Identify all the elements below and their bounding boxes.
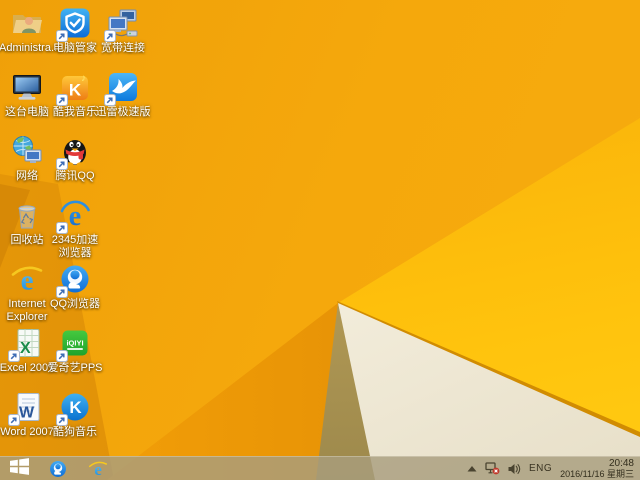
taskbar: e ENG 20:48 2016/11/16 星期三 <box>0 456 640 480</box>
system-tray: ENG 20:48 2016/11/16 星期三 <box>467 457 640 480</box>
desktop-icon-tencent-qq[interactable]: 腾讯QQ <box>52 134 98 183</box>
language-indicator[interactable]: ENG <box>529 463 552 474</box>
volume-speaker-icon[interactable] <box>508 463 521 475</box>
windows-desktop: Administra... 电脑管家 宽带连接这台电脑 K ♪ 酷我音乐 迅雷极速版网络 腾讯… <box>0 0 640 480</box>
broadband-icon <box>104 6 140 42</box>
icon-label: 腾讯QQ <box>55 170 95 182</box>
network-disconnected-icon[interactable] <box>485 462 500 475</box>
icon-label: 2345加速浏览器 <box>51 234 99 259</box>
desktop-icon-recycle-bin[interactable]: 回收站 <box>4 198 50 247</box>
shortcut-arrow-icon <box>56 93 68 106</box>
desktop-icon-administrator[interactable]: Administra... <box>0 6 60 55</box>
2345-browser-icon: e <box>56 198 92 234</box>
xunlei-icon <box>104 70 140 106</box>
excel-2007-icon: X <box>8 326 44 362</box>
network-icon <box>10 134 44 168</box>
desktop-icon-this-pc[interactable]: 这台电脑 <box>4 70 50 119</box>
svg-text:K: K <box>69 81 82 100</box>
desktop-icon-excel-2007[interactable]: X Excel 2007 <box>0 326 54 375</box>
shortcut-arrow-icon <box>56 349 68 362</box>
windows-start-logo-icon <box>9 457 30 480</box>
desktop-icon-word-2007[interactable]: W Word 2007 <box>0 390 54 439</box>
desktop-icon-2345-browser[interactable]: e 2345加速浏览器 <box>52 198 98 260</box>
administrator-icon <box>10 6 44 40</box>
svg-text:X: X <box>20 340 31 357</box>
svg-text:W: W <box>19 405 35 422</box>
icon-label: 酷狗音乐 <box>53 426 97 438</box>
clock-time: 20:48 <box>608 458 634 469</box>
icon-label: 迅雷极速版 <box>95 106 151 118</box>
shortcut-arrow-icon <box>104 29 116 42</box>
shortcut-arrow-icon <box>56 221 68 234</box>
desktop-icon-iqiyi-pps[interactable]: iQIYI 爱奇艺PPS <box>47 326 103 375</box>
desktop-icon-kugou-music[interactable]: K 酷狗音乐 <box>52 390 98 439</box>
internet-explorer-icon: e <box>10 262 44 296</box>
icon-label: QQ浏览器 <box>49 298 101 310</box>
qq-browser-icon <box>48 459 68 479</box>
shortcut-arrow-icon <box>8 349 20 362</box>
iqiyi-pps-icon: iQIYI <box>56 326 92 362</box>
kuwo-music-icon: K ♪ <box>56 70 92 106</box>
word-2007-icon: W <box>8 390 44 426</box>
start-button[interactable] <box>0 457 38 480</box>
desktop-icon-pc-manager[interactable]: 电脑管家 <box>52 6 98 55</box>
svg-text:K: K <box>69 398 82 417</box>
svg-text:e: e <box>69 201 81 232</box>
this-pc-icon <box>10 70 44 104</box>
shortcut-arrow-icon <box>56 413 68 426</box>
shortcut-arrow-icon <box>104 93 116 106</box>
kugou-music-icon: K <box>56 390 92 426</box>
clock[interactable]: 20:48 2016/11/16 星期三 <box>560 458 634 480</box>
desktop-icon-xunlei[interactable]: 迅雷极速版 <box>96 70 151 119</box>
desktop-icon-broadband[interactable]: 宽带连接 <box>100 6 146 55</box>
taskbar-button-internet-explorer[interactable]: e <box>78 457 118 480</box>
svg-text:♪: ♪ <box>81 73 86 84</box>
taskbar-button-qq-browser[interactable] <box>38 457 78 480</box>
recycle-bin-icon <box>10 198 44 232</box>
tencent-qq-icon <box>56 134 92 170</box>
shortcut-arrow-icon <box>56 157 68 170</box>
shortcut-arrow-icon <box>56 285 68 298</box>
show-hidden-icons-chevron-icon[interactable] <box>467 465 477 472</box>
pc-manager-icon <box>56 6 92 42</box>
desktop-icon-internet-explorer[interactable]: e Internet Explorer <box>4 262 50 324</box>
qq-browser-icon <box>56 262 92 298</box>
desktop-icon-network[interactable]: 网络 <box>4 134 50 183</box>
clock-date: 2016/11/16 星期三 <box>560 469 634 479</box>
desktop-icon-qq-browser[interactable]: QQ浏览器 <box>50 262 100 311</box>
icon-label: 爱奇艺PPS <box>47 362 103 374</box>
internet-explorer-icon: e <box>88 459 108 479</box>
icon-label: 宽带连接 <box>101 42 145 54</box>
shortcut-arrow-icon <box>56 29 68 42</box>
shortcut-arrow-icon <box>8 413 20 426</box>
desktop-icon-kuwo-music[interactable]: K ♪ 酷我音乐 <box>52 70 98 119</box>
svg-text:iQIYI: iQIYI <box>66 339 83 348</box>
taskbar-pinned-apps: e <box>38 457 118 480</box>
